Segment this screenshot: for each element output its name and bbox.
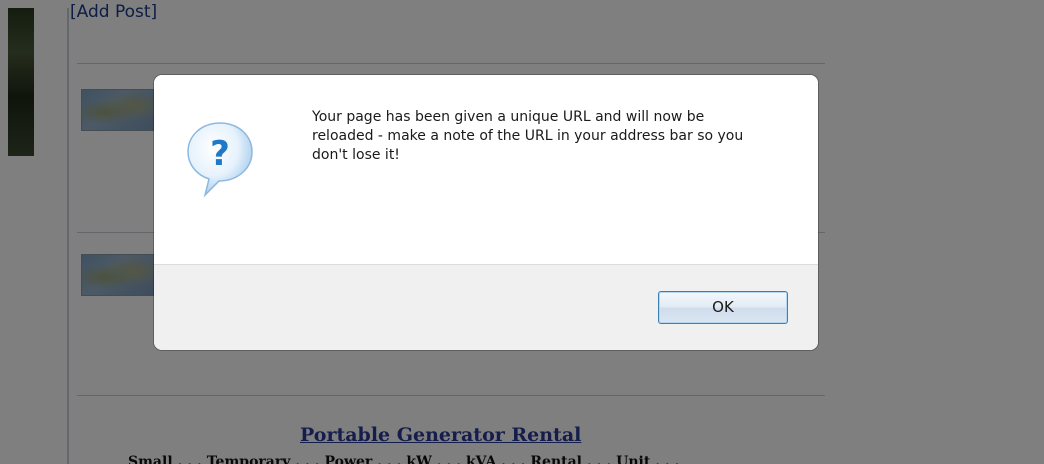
svg-text:?: ? (210, 134, 230, 174)
alert-dialog: ? Your page has been given a unique URL … (154, 75, 818, 350)
dialog-body: ? Your page has been given a unique URL … (154, 75, 818, 264)
dialog-message: Your page has been given a unique URL an… (312, 109, 744, 163)
question-icon: ? (185, 119, 255, 199)
ok-button[interactable]: OK (658, 291, 788, 324)
